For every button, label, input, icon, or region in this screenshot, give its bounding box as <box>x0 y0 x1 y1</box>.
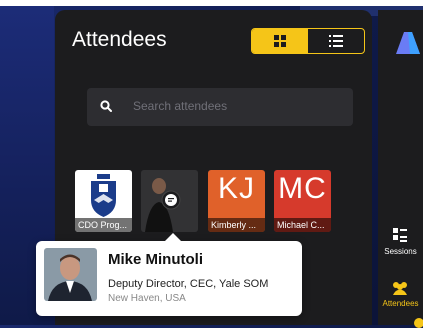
grid-view-button[interactable] <box>252 29 308 53</box>
sidebar-item-attendees[interactable]: Attendees <box>378 299 423 308</box>
app-logo-icon <box>396 32 420 54</box>
right-sidebar: Sessions Attendees <box>378 10 423 328</box>
list-icon <box>329 35 343 47</box>
attendee-name-label: Kimberly ... <box>208 218 265 232</box>
sidebar-item-sessions[interactable]: Sessions <box>378 247 423 256</box>
grid-icon <box>274 35 286 47</box>
attendee-avatar <box>44 248 97 301</box>
attendee-tile[interactable] <box>141 170 198 232</box>
attendee-name: Mike Minutoli <box>108 251 203 268</box>
notification-dot <box>414 318 423 328</box>
attendee-title: Deputy Director, CEC, Yale SOM <box>108 278 269 290</box>
list-view-button[interactable] <box>308 29 364 53</box>
view-toggle <box>251 28 365 54</box>
attendee-location: New Haven, USA <box>108 293 186 304</box>
attendee-name-label: Michael C... <box>274 218 331 232</box>
popover-arrow <box>164 233 182 242</box>
attendee-initials: KJ <box>217 172 255 205</box>
search-bar[interactable]: Search attendees <box>87 88 353 126</box>
shield-logo-icon <box>91 174 116 217</box>
attendee-name-label: CDO Prog... <box>75 218 132 232</box>
search-icon <box>100 100 112 112</box>
attendee-tile[interactable]: CDO Prog... <box>75 170 132 232</box>
panel-title: Attendees <box>72 28 167 51</box>
attendee-popover: Mike Minutoli Deputy Director, CEC, Yale… <box>36 233 302 316</box>
chat-icon[interactable] <box>164 193 178 207</box>
attendees-icon[interactable] <box>391 281 409 295</box>
attendee-tile[interactable]: MC Michael C... <box>274 170 331 232</box>
attendee-tile[interactable]: KJ Kimberly ... <box>208 170 265 232</box>
sessions-icon[interactable] <box>393 228 407 244</box>
search-input[interactable]: Search attendees <box>133 99 227 113</box>
attendee-initials: MC <box>278 172 327 205</box>
